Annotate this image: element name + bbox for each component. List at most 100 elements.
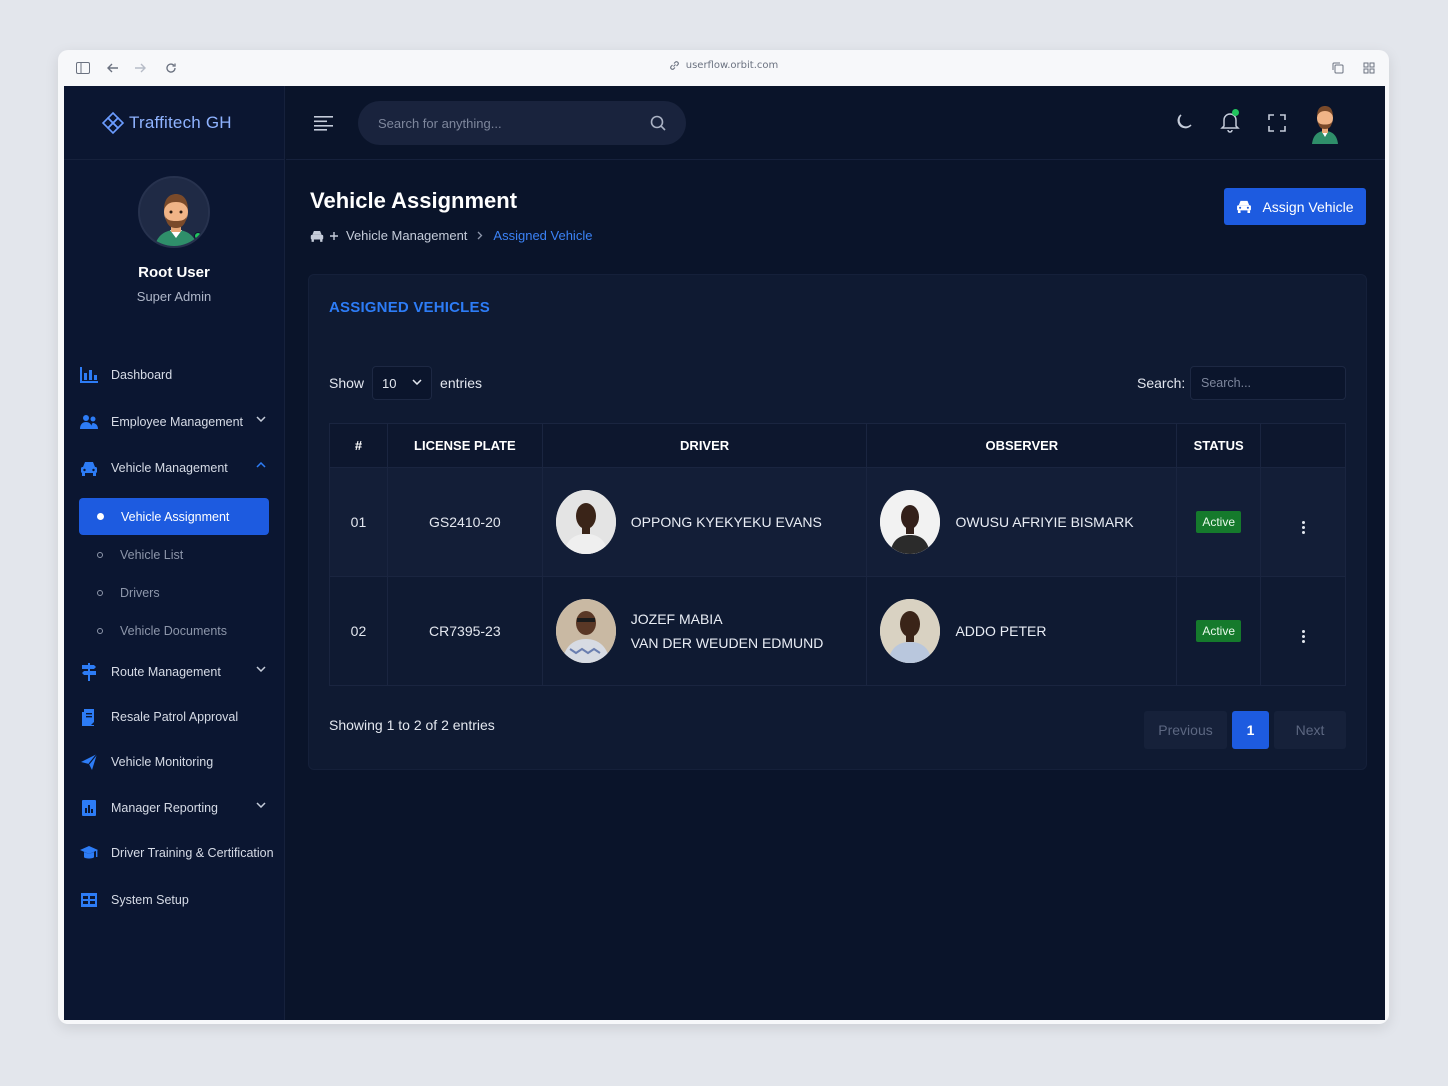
- table-header-row: # LICENSE PLATE DRIVER OBSERVER STATUS: [329, 423, 1346, 468]
- grid-icon[interactable]: [1360, 59, 1378, 77]
- sidebar-item-vehicle-management[interactable]: Vehicle Management: [79, 453, 274, 483]
- sidebar-subitem-vehicle-assignment[interactable]: Vehicle Assignment: [79, 498, 269, 535]
- sidebar-item-manager-reporting[interactable]: Manager Reporting: [79, 793, 274, 823]
- breadcrumb-parent[interactable]: Vehicle Management: [346, 228, 467, 243]
- address-bar[interactable]: userflow.orbit.com: [58, 60, 1389, 71]
- brand[interactable]: Traffitech GH: [64, 86, 284, 160]
- entries-select[interactable]: 10: [372, 366, 433, 400]
- status-cell: Active: [1176, 576, 1262, 686]
- column-header-observer[interactable]: OBSERVER: [866, 423, 1178, 468]
- next-page-button[interactable]: Next: [1274, 711, 1346, 749]
- card-title: ASSIGNED VEHICLES: [329, 299, 490, 316]
- plus-icon: [330, 231, 338, 240]
- bullet-icon: [97, 513, 104, 520]
- search-placeholder: Search for anything...: [378, 115, 502, 131]
- row-number: 01: [329, 467, 388, 577]
- sidebar-subitem-label: Vehicle List: [120, 547, 184, 562]
- entries-control: Show 10 entries: [329, 366, 482, 400]
- chart-bar-icon: [79, 366, 98, 385]
- column-header-status[interactable]: STATUS: [1176, 423, 1262, 468]
- fullscreen-icon[interactable]: [1268, 114, 1286, 132]
- page-1-button[interactable]: 1: [1232, 711, 1269, 749]
- global-search-input[interactable]: Search for anything...: [358, 101, 686, 145]
- column-header-driver[interactable]: DRIVER: [541, 423, 868, 468]
- sidebar-item-label: Dashboard: [111, 368, 173, 382]
- driver-photo: [555, 599, 616, 663]
- graduation-cap-icon: [79, 844, 98, 863]
- previous-page-button[interactable]: Previous: [1144, 711, 1227, 749]
- driver-cell: OPPONG KYEKYEKU EVANS: [541, 467, 868, 577]
- sidebar-item-resale-patrol-approval[interactable]: Resale Patrol Approval: [79, 702, 274, 732]
- car-icon: [310, 230, 324, 242]
- more-options-icon[interactable]: [1301, 629, 1305, 643]
- sidebar-item-label: Driver Training & Certification: [111, 846, 274, 860]
- brand-name: Traffitech GH: [129, 112, 232, 132]
- report-icon: [79, 799, 98, 818]
- entries-value: 10: [382, 375, 397, 391]
- sidebar-subitem-vehicle-documents[interactable]: Vehicle Documents: [79, 612, 269, 649]
- sidebar-item-label: Manager Reporting: [111, 801, 219, 815]
- sidebar-subitem-vehicle-list[interactable]: Vehicle List: [79, 536, 269, 573]
- sidebar-item-label: Vehicle Monitoring: [111, 755, 214, 769]
- observer-cell: ADDO PETER: [866, 576, 1178, 686]
- sidebar-subitem-label: Vehicle Assignment: [121, 509, 230, 524]
- sidebar-subitem-drivers[interactable]: Drivers: [79, 574, 269, 611]
- dark-mode-moon-icon[interactable]: [1174, 112, 1194, 132]
- sidebar-item-system-setup[interactable]: System Setup: [79, 885, 274, 915]
- driver-name: OPPONG KYEKYEKU EVANS: [630, 514, 822, 530]
- bullet-icon: [97, 551, 103, 558]
- status-badge: Active: [1196, 620, 1241, 642]
- assigned-vehicles-table: # LICENSE PLATE DRIVER OBSERVER STATUS 0…: [329, 423, 1346, 686]
- browser-window: userflow.orbit.com Traffitech GH Root Us…: [58, 50, 1389, 1024]
- assign-vehicle-button[interactable]: Assign Vehicle: [1224, 188, 1366, 225]
- chevron-down-icon: [256, 416, 266, 422]
- entries-label: entries: [440, 375, 483, 391]
- copy-icon[interactable]: [1329, 59, 1347, 77]
- monitor-send-icon: [79, 753, 98, 772]
- pagination: Previous 1 Next: [1144, 711, 1346, 749]
- notification-dot: [1232, 109, 1239, 116]
- sidebar-subitem-label: Drivers: [120, 585, 160, 600]
- table-row[interactable]: 01 GS2410-20 OPPONG KYEKYEKU EVANS OWUSU…: [329, 467, 1346, 577]
- column-header-number[interactable]: #: [329, 423, 388, 468]
- chevron-down-icon: [256, 802, 266, 808]
- sidebar-item-driver-training[interactable]: Driver Training & Certification: [79, 838, 274, 868]
- avatar[interactable]: [1310, 102, 1340, 144]
- sidebar-item-route-management[interactable]: Route Management: [79, 657, 274, 687]
- search-icon[interactable]: [650, 115, 666, 131]
- sidebar-item-label: Employee Management: [111, 415, 244, 429]
- signpost-icon: [79, 663, 98, 682]
- chevron-down-icon: [256, 666, 266, 672]
- breadcrumb-current: Assigned Vehicle: [493, 228, 593, 243]
- sidebar-subitem-label: Vehicle Documents: [120, 623, 228, 638]
- status-badge: Active: [1196, 511, 1241, 533]
- observer-photo: [880, 490, 941, 554]
- avatar[interactable]: [138, 176, 210, 248]
- observer-name: ADDO PETER: [955, 623, 1047, 639]
- sidebar-item-employee-management[interactable]: Employee Management: [79, 407, 274, 437]
- sidebar-item-vehicle-monitoring[interactable]: Vehicle Monitoring: [79, 747, 274, 777]
- browser-toolbar: userflow.orbit.com: [58, 50, 1389, 86]
- sidebar-item-dashboard[interactable]: Dashboard: [79, 360, 274, 390]
- menu-icon[interactable]: [314, 115, 334, 131]
- actions-cell: [1260, 576, 1346, 686]
- sidebar: Traffitech GH Root User Super Admin Dash…: [64, 86, 285, 1020]
- table-row[interactable]: 02 CR7395-23 JOZEF MABIA VAN DER WEUDEN …: [329, 576, 1346, 686]
- observer-name: OWUSU AFRIYIE BISMARK: [955, 514, 1134, 530]
- driver-cell: JOZEF MABIA VAN DER WEUDEN EDMUND: [541, 576, 868, 686]
- assigned-vehicles-card: ASSIGNED VEHICLES Show 10 entries Search…: [308, 274, 1367, 770]
- breadcrumb: Vehicle Management Assigned Vehicle: [310, 228, 592, 243]
- status-cell: Active: [1176, 467, 1262, 577]
- bullet-icon: [97, 589, 103, 596]
- users-icon: [79, 413, 98, 432]
- table-search-input[interactable]: Search...: [1190, 366, 1346, 400]
- clipboard-icon: [79, 708, 98, 727]
- car-icon: [79, 459, 98, 478]
- table-info: Showing 1 to 2 of 2 entries: [329, 717, 495, 733]
- column-header-license-plate[interactable]: LICENSE PLATE: [386, 423, 543, 468]
- more-options-icon[interactable]: [1301, 520, 1305, 534]
- chevron-right-icon: [477, 231, 483, 240]
- online-status-dot: [194, 232, 202, 240]
- actions-cell: [1260, 467, 1346, 577]
- driver-name-line2: VAN DER WEUDEN EDMUND: [630, 635, 824, 651]
